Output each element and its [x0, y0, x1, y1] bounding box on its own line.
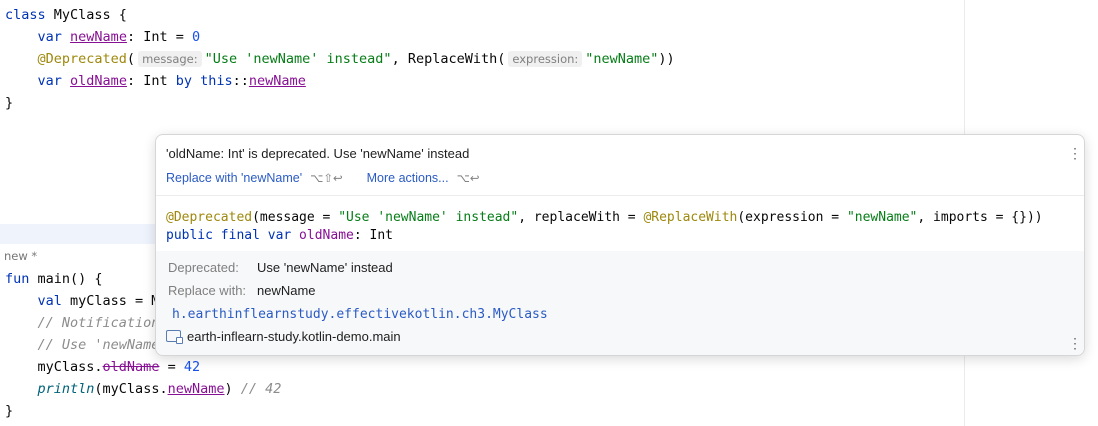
- fully-qualified-name-link[interactable]: h.earthinflearnstudy.effectivekotlin.ch3…: [172, 307, 548, 322]
- more-actions-shortcut: ⌥↩: [456, 173, 480, 185]
- deprecated-row: Deprecated: Use 'newName' instead: [168, 260, 393, 275]
- declaration-signature: @Deprecated(message = "Use 'newName' ins…: [166, 209, 1043, 245]
- code-text: myClass = M: [61, 293, 160, 309]
- keyword: fun: [5, 271, 30, 287]
- code-line-oldname[interactable]: var oldName: Int by this::newName: [5, 70, 306, 92]
- code-text: }: [5, 95, 14, 111]
- code-line-comment1[interactable]: // Notification: [5, 312, 160, 334]
- code-line-comment2[interactable]: // Use 'newName: [5, 334, 160, 356]
- parameter-hint: message:: [138, 51, 202, 67]
- class-name: MyClass {: [45, 7, 127, 23]
- replace-shortcut: ⌥⇧↩: [310, 173, 343, 185]
- module-info: earth-inflearn-study.kotlin-demo.main: [166, 329, 401, 344]
- property-oldname[interactable]: oldName: [70, 73, 127, 89]
- code-line-close[interactable]: }: [5, 92, 13, 114]
- code-text: myClass.: [37, 359, 103, 375]
- quick-actions: Replace with 'newName' ⌥⇧↩ More actions...…: [166, 171, 504, 185]
- property-reference[interactable]: newName: [249, 73, 306, 89]
- string-literal: "Use 'newName' instead": [338, 210, 519, 225]
- comment: // Use 'newName: [37, 337, 160, 353]
- author-hint: new *: [4, 249, 38, 263]
- annotation: @Deprecated: [166, 210, 253, 225]
- code-line-newname[interactable]: var newName: Int = 0: [5, 26, 201, 48]
- annotation: @Deprecated: [37, 51, 127, 67]
- code-line-println[interactable]: println(myClass.newName) // 42: [5, 378, 282, 400]
- code-text: )): [658, 51, 675, 67]
- keyword: public final var: [166, 228, 292, 243]
- annotation: @ReplaceWith: [643, 210, 738, 225]
- more-options-icon[interactable]: ⋮: [1068, 145, 1082, 162]
- keyword: this: [200, 73, 233, 89]
- row-value: newName: [257, 283, 316, 298]
- code-text: : Int: [353, 228, 393, 243]
- row-label: Replace with:: [168, 283, 247, 298]
- code-text: (message =: [252, 210, 339, 225]
- code-text: , ReplaceWith(: [391, 51, 506, 67]
- number-literal: 0: [191, 29, 201, 45]
- code-text: =: [159, 359, 184, 375]
- code-line-deprecated[interactable]: @Deprecated(message: "Use 'newName' inste…: [5, 48, 675, 70]
- string-literal: "newName": [846, 210, 918, 225]
- divider: [156, 195, 1084, 196]
- keyword: by: [175, 73, 192, 89]
- deprecated-property-usage[interactable]: oldName: [103, 359, 160, 375]
- code-line-class[interactable]: class MyClass {: [5, 4, 127, 26]
- code-text: (expression =: [737, 210, 847, 225]
- comment: // Notification: [37, 315, 160, 331]
- doc-details: Deprecated: Use 'newName' instead Replace…: [156, 251, 1084, 355]
- code-text: , replaceWith =: [518, 210, 644, 225]
- replace-with-row: Replace with: newName: [168, 283, 316, 298]
- code-line-val[interactable]: val myClass = M: [5, 290, 160, 312]
- parameter-hint: expression:: [508, 51, 583, 67]
- code-text: : Int =: [126, 29, 192, 45]
- row-label: Deprecated:: [168, 260, 239, 275]
- code-text: , imports = {})): [917, 210, 1043, 225]
- code-text: (: [126, 51, 136, 67]
- function-call: println: [37, 381, 95, 397]
- code-text: ): [224, 381, 241, 397]
- doc-options-icon[interactable]: ⋮: [1068, 335, 1082, 352]
- string-literal: "Use 'newName' instead": [204, 51, 392, 67]
- deprecation-message: 'oldName: Int' is deprecated. Use 'newNa…: [166, 146, 470, 161]
- more-actions-link[interactable]: More actions...: [367, 171, 449, 185]
- number-literal: 42: [183, 359, 201, 375]
- code-text: main() {: [29, 271, 103, 287]
- deprecation-popup[interactable]: 'oldName: Int' is deprecated. Use 'newNa…: [155, 134, 1085, 356]
- code-text: }: [5, 403, 14, 419]
- replace-with-action[interactable]: Replace with 'newName': [166, 171, 302, 185]
- code-text: ::: [232, 73, 249, 89]
- module-folder-icon: [166, 330, 183, 344]
- property-name: oldName: [291, 228, 354, 243]
- property-reference[interactable]: newName: [168, 381, 225, 397]
- keyword: class: [5, 7, 46, 23]
- keyword: val: [37, 293, 62, 309]
- comment: // 42: [240, 381, 282, 397]
- code-text: : Int: [126, 73, 176, 89]
- row-value: Use 'newName' instead: [257, 260, 393, 275]
- code-line-assign[interactable]: myClass.oldName = 42: [5, 356, 201, 378]
- code-line-close2[interactable]: }: [5, 400, 13, 422]
- module-name: earth-inflearn-study.kotlin-demo.main: [187, 329, 401, 344]
- property-newname[interactable]: newName: [70, 29, 127, 45]
- code-text: (myClass.: [94, 381, 168, 397]
- string-literal: "newName": [585, 51, 659, 67]
- keyword: var: [37, 73, 62, 89]
- keyword: var: [37, 29, 62, 45]
- code-line-main[interactable]: fun main() {: [5, 268, 103, 290]
